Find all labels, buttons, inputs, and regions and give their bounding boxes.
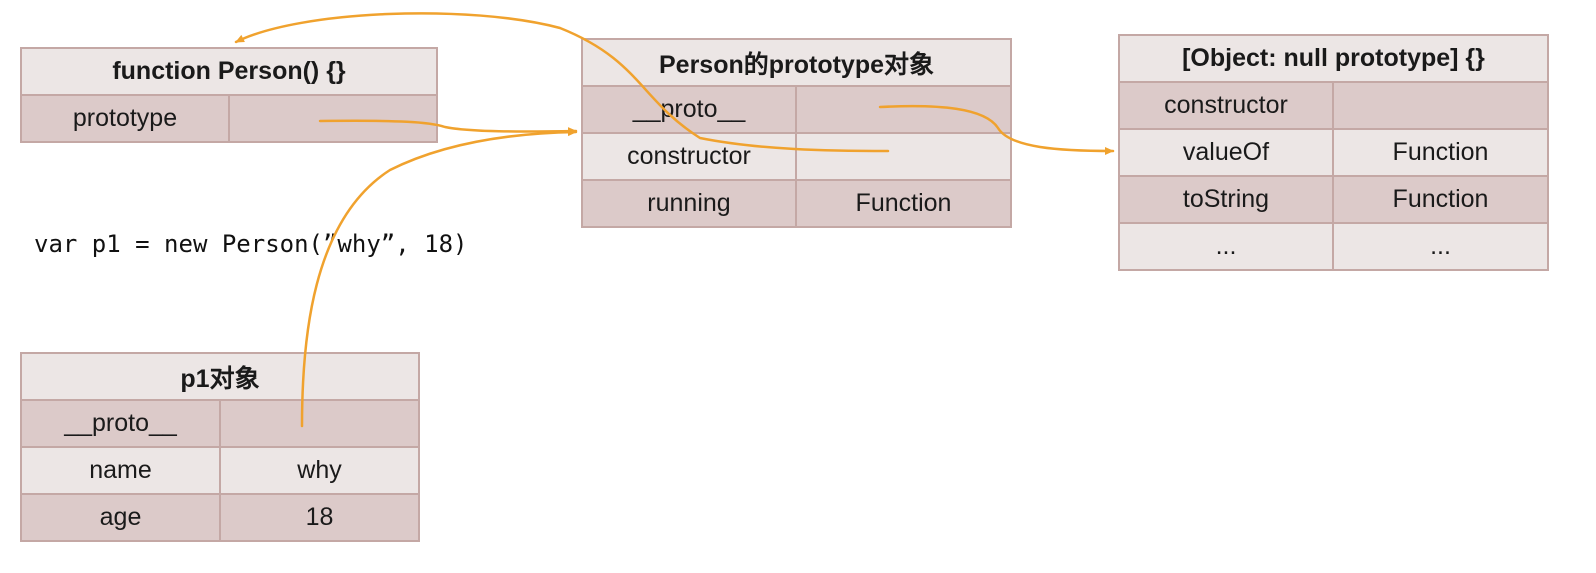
table-row: constructor xyxy=(581,132,1012,181)
person-prototype-proto-value xyxy=(795,85,1012,134)
null-prototype-valueof-key: valueOf xyxy=(1118,128,1334,177)
table-row: valueOf Function xyxy=(1118,128,1549,177)
null-prototype-tostring-value: Function xyxy=(1332,175,1549,224)
person-function-prototype-key: prototype xyxy=(20,94,230,143)
person-prototype-title: Person的prototype对象 xyxy=(581,38,1012,87)
null-prototype-constructor-value xyxy=(1332,81,1549,130)
null-prototype-table: [Object: null prototype] {} constructor … xyxy=(1118,34,1549,271)
table-row: running Function xyxy=(581,179,1012,228)
null-prototype-title: [Object: null prototype] {} xyxy=(1118,34,1549,83)
p1-age-value: 18 xyxy=(219,493,420,542)
person-prototype-constructor-value xyxy=(795,132,1012,181)
p1-age-key: age xyxy=(20,493,221,542)
table-row: ... ... xyxy=(1118,222,1549,271)
person-prototype-running-key: running xyxy=(581,179,797,228)
table-row: age 18 xyxy=(20,493,420,542)
person-function-table: function Person() {} prototype xyxy=(20,47,438,143)
table-row: name why xyxy=(20,446,420,495)
null-prototype-ellipsis-key: ... xyxy=(1118,222,1334,271)
table-row: toString Function xyxy=(1118,175,1549,224)
table-row: prototype xyxy=(20,94,438,143)
table-row: __proto__ xyxy=(581,85,1012,134)
null-prototype-tostring-key: toString xyxy=(1118,175,1334,224)
code-line: var p1 = new Person(”why”, 18) xyxy=(34,230,468,258)
person-prototype-table: Person的prototype对象 __proto__ constructor… xyxy=(581,38,1012,228)
p1-object-table: p1对象 __proto__ name why age 18 xyxy=(20,352,420,542)
person-prototype-constructor-key: constructor xyxy=(581,132,797,181)
person-prototype-proto-key: __proto__ xyxy=(581,85,797,134)
p1-proto-key: __proto__ xyxy=(20,399,221,448)
person-function-title: function Person() {} xyxy=(20,47,438,96)
p1-object-title: p1对象 xyxy=(20,352,420,401)
table-row: __proto__ xyxy=(20,399,420,448)
p1-name-value: why xyxy=(219,446,420,495)
p1-proto-value xyxy=(219,399,420,448)
p1-name-key: name xyxy=(20,446,221,495)
person-function-prototype-value xyxy=(228,94,438,143)
table-row: constructor xyxy=(1118,81,1549,130)
null-prototype-valueof-value: Function xyxy=(1332,128,1549,177)
null-prototype-ellipsis-value: ... xyxy=(1332,222,1549,271)
null-prototype-constructor-key: constructor xyxy=(1118,81,1334,130)
person-prototype-running-value: Function xyxy=(795,179,1012,228)
